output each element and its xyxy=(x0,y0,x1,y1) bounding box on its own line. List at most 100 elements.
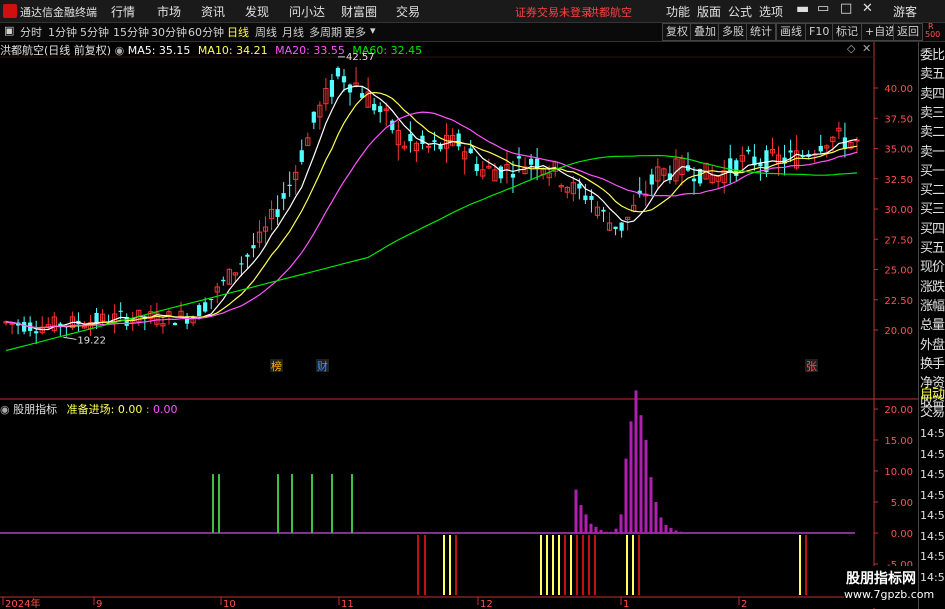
trade-time: 14:56 xyxy=(920,509,945,522)
candle-body xyxy=(408,134,413,142)
candle-body xyxy=(842,137,848,149)
trade-time: 14:56 xyxy=(920,570,945,584)
candle-body xyxy=(378,106,383,113)
ma5-line xyxy=(5,85,858,331)
trade-label[interactable]: 交易 xyxy=(920,403,945,422)
candle-body xyxy=(516,156,522,159)
trade-time: 14:56 xyxy=(920,468,945,481)
candle-body xyxy=(432,140,437,143)
quote-field-label: 总量 xyxy=(920,318,945,334)
candle-body xyxy=(281,193,286,199)
low-annotation: 19.22 xyxy=(77,335,106,346)
candle-body xyxy=(287,184,292,187)
candle-body xyxy=(341,76,347,83)
date-label: 11 xyxy=(341,599,354,609)
trade-time: 14:56 xyxy=(920,550,945,563)
candle-body xyxy=(118,310,123,312)
price-tick-label: 32.50 xyxy=(884,175,913,186)
candle-body xyxy=(510,173,516,178)
candle-body xyxy=(245,254,250,257)
candlestick-series xyxy=(3,66,860,345)
quote-field-label: 买四 xyxy=(920,221,945,237)
quote-field-label: 卖五 xyxy=(920,67,945,83)
trade-time: 14:56 xyxy=(920,529,945,543)
price-tick-label: 25.00 xyxy=(884,266,913,277)
price-tick-label: 22.50 xyxy=(884,296,913,307)
quote-field-label: 买一 xyxy=(920,163,945,179)
quote-field-label: 卖四 xyxy=(920,86,945,102)
candle-body xyxy=(468,148,473,154)
candle-body xyxy=(251,245,256,249)
candle-body xyxy=(474,164,479,172)
candle-body xyxy=(498,166,504,179)
right-panel-num: 500 xyxy=(925,30,941,39)
date-label: 2024年 xyxy=(5,597,40,609)
watermark-line2: www.7gpzb.com xyxy=(844,588,935,601)
candle-body xyxy=(94,312,99,324)
candle-body xyxy=(372,103,377,111)
quote-field-label: 卖三 xyxy=(920,105,945,121)
event-marker: 张 xyxy=(806,360,817,373)
chart-frame xyxy=(0,42,918,609)
indicator-tick-label: 0.00 xyxy=(891,529,913,540)
date-label: 2 xyxy=(741,599,747,609)
indicator-tick-label: 15.00 xyxy=(884,436,913,447)
indicator-bars xyxy=(0,390,855,595)
date-label: 10 xyxy=(223,599,236,609)
quote-field-label: 买三 xyxy=(920,202,945,218)
candle-body xyxy=(197,305,202,317)
candle-body xyxy=(209,298,214,301)
kline-chart[interactable]: 40.0037.5035.0032.5030.0027.5025.0022.50… xyxy=(0,0,918,609)
watermark: 股朋指标网 www.7gpzb.com xyxy=(844,566,935,608)
trade-time: 14:56 xyxy=(920,488,945,502)
event-marker: 财 xyxy=(317,359,328,373)
quote-field-label: 买五 xyxy=(920,241,945,256)
candle-body xyxy=(649,174,654,185)
indicator-tick-label: 10.00 xyxy=(884,467,913,478)
quote-field-label: 涨幅 xyxy=(920,298,945,314)
indicator-tick-label: 5.00 xyxy=(891,498,913,509)
candle-body xyxy=(311,111,316,123)
quote-field-label: 卖一 xyxy=(920,144,945,160)
low-pointer xyxy=(63,336,77,340)
candle-body xyxy=(788,150,793,153)
quote-field-label: 现价 xyxy=(920,260,945,276)
candle-body xyxy=(329,79,335,97)
candle-body xyxy=(275,209,280,217)
price-tick-label: 40.00 xyxy=(884,84,913,95)
quote-field-label: 卖二 xyxy=(920,125,945,141)
candle-body xyxy=(589,195,594,200)
candle-body xyxy=(425,145,432,148)
candle-body xyxy=(613,226,618,230)
quote-field-label: 涨跌 xyxy=(920,279,945,295)
high-annotation: 42.57 xyxy=(346,52,375,63)
candle-body xyxy=(221,279,226,282)
candle-body xyxy=(619,222,624,231)
watermark-line1: 股朋指标网 xyxy=(846,571,916,587)
candle-body xyxy=(583,195,588,201)
candle-body xyxy=(691,178,697,182)
date-label: 9 xyxy=(96,599,102,609)
quote-field-label: 换手 xyxy=(920,356,945,372)
quote-field-label: 委比 xyxy=(920,48,945,63)
ma10-line xyxy=(5,91,858,329)
ma20-line xyxy=(5,111,858,329)
auto-label[interactable]: 自动 xyxy=(920,385,945,404)
moving-average-lines xyxy=(5,85,858,352)
candle-body xyxy=(34,331,39,334)
candle-body xyxy=(335,67,341,77)
candle-body xyxy=(818,145,823,152)
price-tick-label: 20.00 xyxy=(884,326,913,337)
date-label: 12 xyxy=(480,599,493,609)
trade-time: 14:56 xyxy=(920,427,945,440)
price-tick-label: 35.00 xyxy=(884,145,913,156)
trade-time: 14:56 xyxy=(920,447,945,461)
candle-body xyxy=(22,322,27,332)
candle-body xyxy=(299,150,304,162)
price-tick-label: 27.50 xyxy=(884,235,913,246)
candle-body xyxy=(528,158,534,165)
candle-body xyxy=(172,322,178,326)
date-label: 1 xyxy=(623,599,629,609)
indicator-tick-label: 20.00 xyxy=(884,405,913,416)
candle-body xyxy=(746,149,751,152)
